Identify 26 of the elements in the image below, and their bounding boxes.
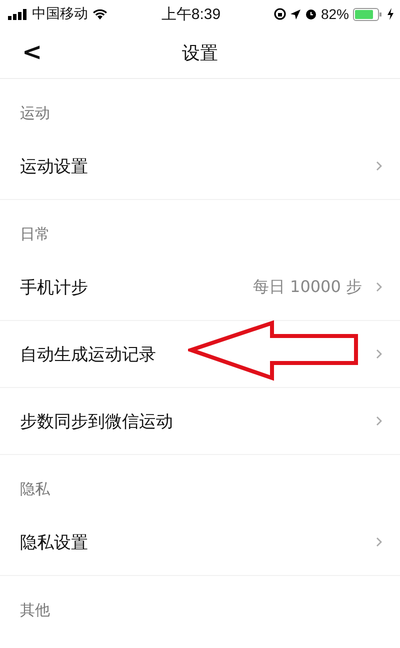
battery-icon xyxy=(352,8,383,20)
location-icon xyxy=(290,8,301,20)
settings-row[interactable]: 运动设置 xyxy=(0,133,400,200)
settings-row[interactable]: 手机计步 每日 10000 步 xyxy=(0,254,400,321)
section-header: 日常 xyxy=(20,225,50,243)
section-header: 其他 xyxy=(20,601,50,619)
chevron-icon xyxy=(376,282,382,292)
settings-row[interactable]: 隐私设置 xyxy=(0,509,400,576)
carrier-name: 中国移动 xyxy=(32,5,88,23)
alarm-icon xyxy=(304,8,317,20)
signal-icon xyxy=(8,8,28,20)
chevron-icon xyxy=(376,416,382,426)
chevron-icon xyxy=(376,161,382,171)
section-header: 隐私 xyxy=(20,480,50,498)
settings-row[interactable]: 步数同步到微信运动 xyxy=(0,388,400,455)
charging-icon xyxy=(386,8,394,20)
rotation-lock-icon xyxy=(274,8,286,20)
chevron-icon xyxy=(376,537,382,547)
section-header: 运动 xyxy=(20,104,50,122)
page-title: 设置 xyxy=(182,42,218,65)
settings-row[interactable]: 自动生成运动记录 xyxy=(0,321,400,388)
back-button[interactable]: < xyxy=(16,38,48,66)
battery-percent: 82% xyxy=(320,6,349,22)
wifi-icon xyxy=(92,8,108,20)
clock-time: 上午8:39 xyxy=(161,4,221,24)
chevron-icon xyxy=(376,349,382,359)
